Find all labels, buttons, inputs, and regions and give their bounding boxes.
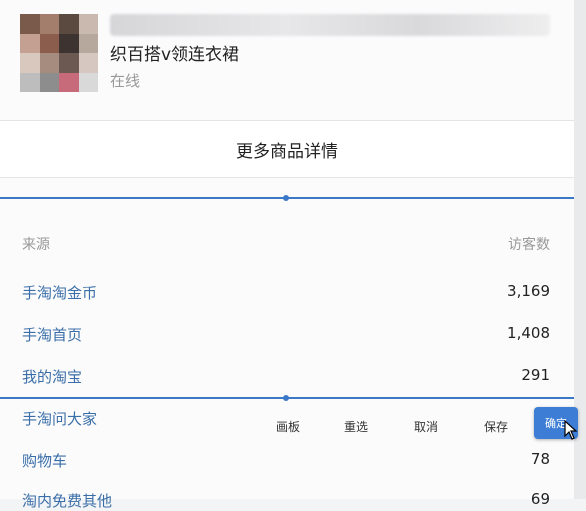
header-source: 来源	[22, 237, 50, 253]
header-visitors: 访客数	[508, 237, 550, 253]
product-thumbnail[interactable]	[20, 14, 98, 92]
table-header: 来源 访客数	[22, 234, 550, 254]
selection-toolbar: 画板 重选 取消 保存	[258, 410, 578, 440]
more-details-button[interactable]: 更多商品详情	[0, 120, 574, 178]
row-visitors: 291	[521, 366, 550, 384]
save-button[interactable]: 保存	[484, 418, 508, 435]
row-source[interactable]: 手淘问大家	[22, 410, 97, 428]
row-source[interactable]: 我的淘宝	[22, 368, 82, 386]
cancel-button[interactable]: 取消	[414, 418, 438, 435]
product-title: 织百搭v领连衣裙	[110, 45, 240, 65]
table-row[interactable]: 购物车 78	[22, 450, 550, 471]
row-visitors: 69	[530, 490, 550, 508]
row-source[interactable]: 淘内免费其他	[22, 492, 112, 510]
reselect-button[interactable]: 重选	[344, 418, 368, 435]
row-source[interactable]: 手淘淘金币	[22, 284, 97, 302]
row-source[interactable]: 购物车	[22, 452, 67, 470]
table-row[interactable]: 我的淘宝 291	[22, 366, 550, 387]
table-row[interactable]: 淘内免费其他 69	[22, 490, 550, 511]
row-visitors: 3,169	[507, 282, 550, 300]
selection-top-handle[interactable]	[283, 195, 289, 201]
blurred-product-title	[110, 14, 550, 36]
table-row[interactable]: 手淘淘金币 3,169	[22, 282, 550, 303]
row-source[interactable]: 手淘首页	[22, 326, 82, 344]
product-status: 在线	[110, 72, 141, 90]
row-visitors: 78	[530, 450, 550, 468]
mouse-pointer-icon	[564, 420, 578, 440]
canvas-button[interactable]: 画板	[276, 418, 300, 435]
row-visitors: 1,408	[507, 324, 550, 342]
selection-bottom-handle[interactable]	[283, 395, 289, 401]
table-row[interactable]: 手淘首页 1,408	[22, 324, 550, 345]
